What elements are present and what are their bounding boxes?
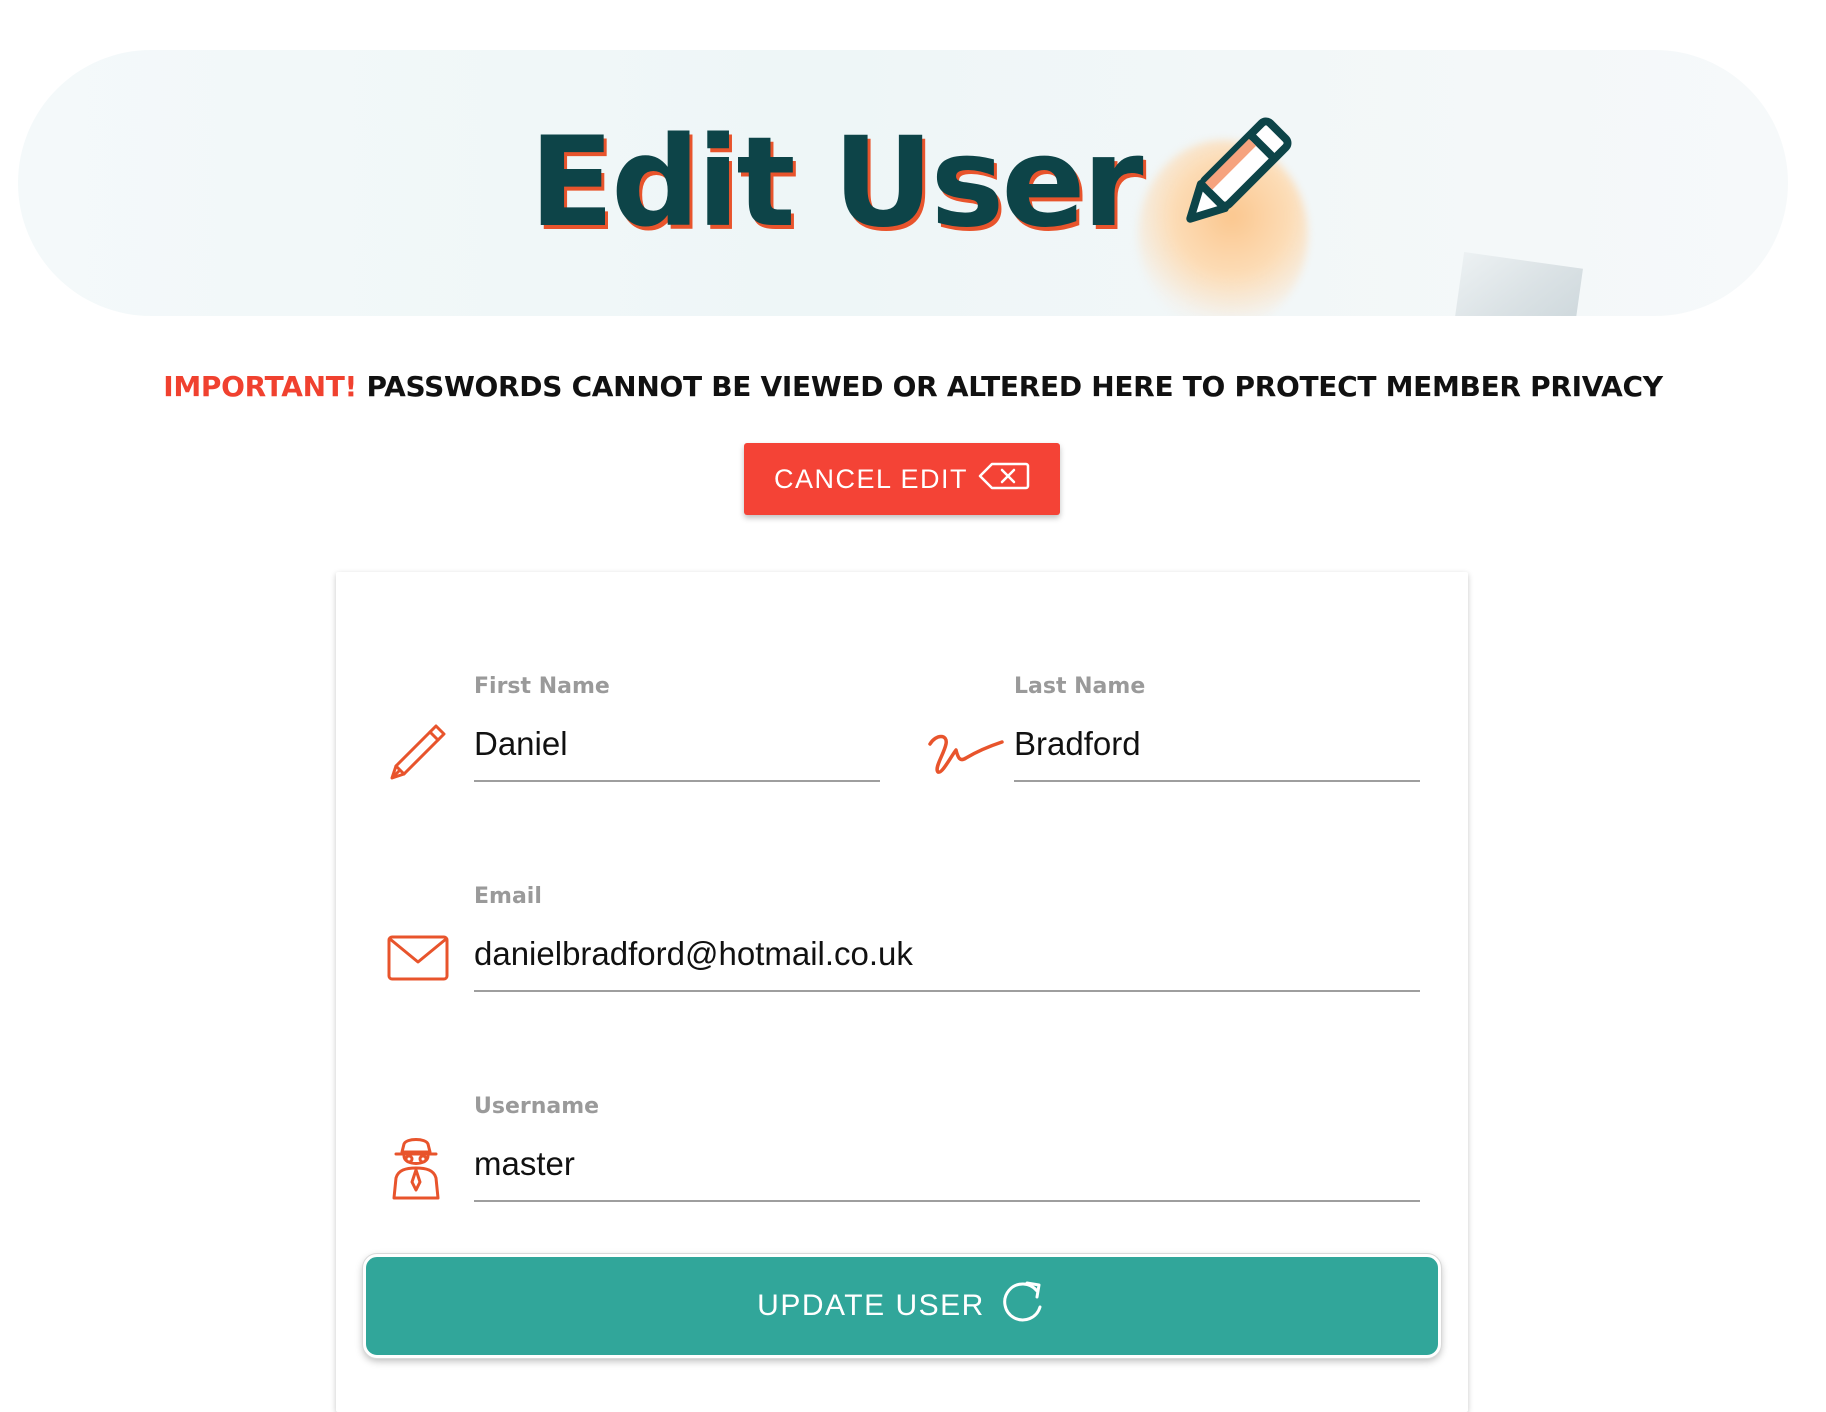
- first-name-input[interactable]: [474, 722, 880, 782]
- important-label: IMPORTANT!: [163, 370, 358, 403]
- page-title: Edit User: [0, 112, 1826, 270]
- last-name-label: Last Name: [1014, 674, 1146, 699]
- page-title-text: Edit User: [529, 111, 1143, 256]
- first-name-field: First Name: [386, 622, 880, 782]
- cancel-edit-button[interactable]: CANCEL EDIT: [744, 443, 1060, 515]
- email-label: Email: [474, 884, 542, 909]
- notice-message: PASSWORDS CANNOT BE VIEWED OR ALTERED HE…: [357, 370, 1663, 403]
- cancel-edit-label: CANCEL EDIT: [773, 463, 969, 494]
- email-field: Email: [386, 832, 1426, 992]
- spy-icon: [386, 1134, 446, 1205]
- username-input[interactable]: [474, 1142, 1420, 1202]
- first-name-label: First Name: [474, 674, 610, 699]
- email-input[interactable]: [474, 932, 1420, 992]
- refresh-icon: [997, 1277, 1047, 1335]
- last-name-input[interactable]: [1014, 722, 1420, 782]
- envelope-icon: [386, 932, 450, 989]
- update-user-button[interactable]: UPDATE USER: [363, 1254, 1441, 1358]
- username-field: Username: [386, 1042, 1426, 1202]
- username-label: Username: [474, 1094, 600, 1119]
- backspace-icon: [978, 461, 1030, 498]
- pencil-icon: [386, 720, 450, 789]
- edit-user-form: First Name Last Name Email: [336, 572, 1468, 1412]
- last-name-field: Last Name: [926, 622, 1426, 782]
- update-user-label: UPDATE USER: [757, 1289, 985, 1322]
- signature-icon: [926, 728, 1004, 785]
- privacy-notice: IMPORTANT! PASSWORDS CANNOT BE VIEWED OR…: [0, 370, 1826, 403]
- pencil-icon: [1167, 112, 1297, 270]
